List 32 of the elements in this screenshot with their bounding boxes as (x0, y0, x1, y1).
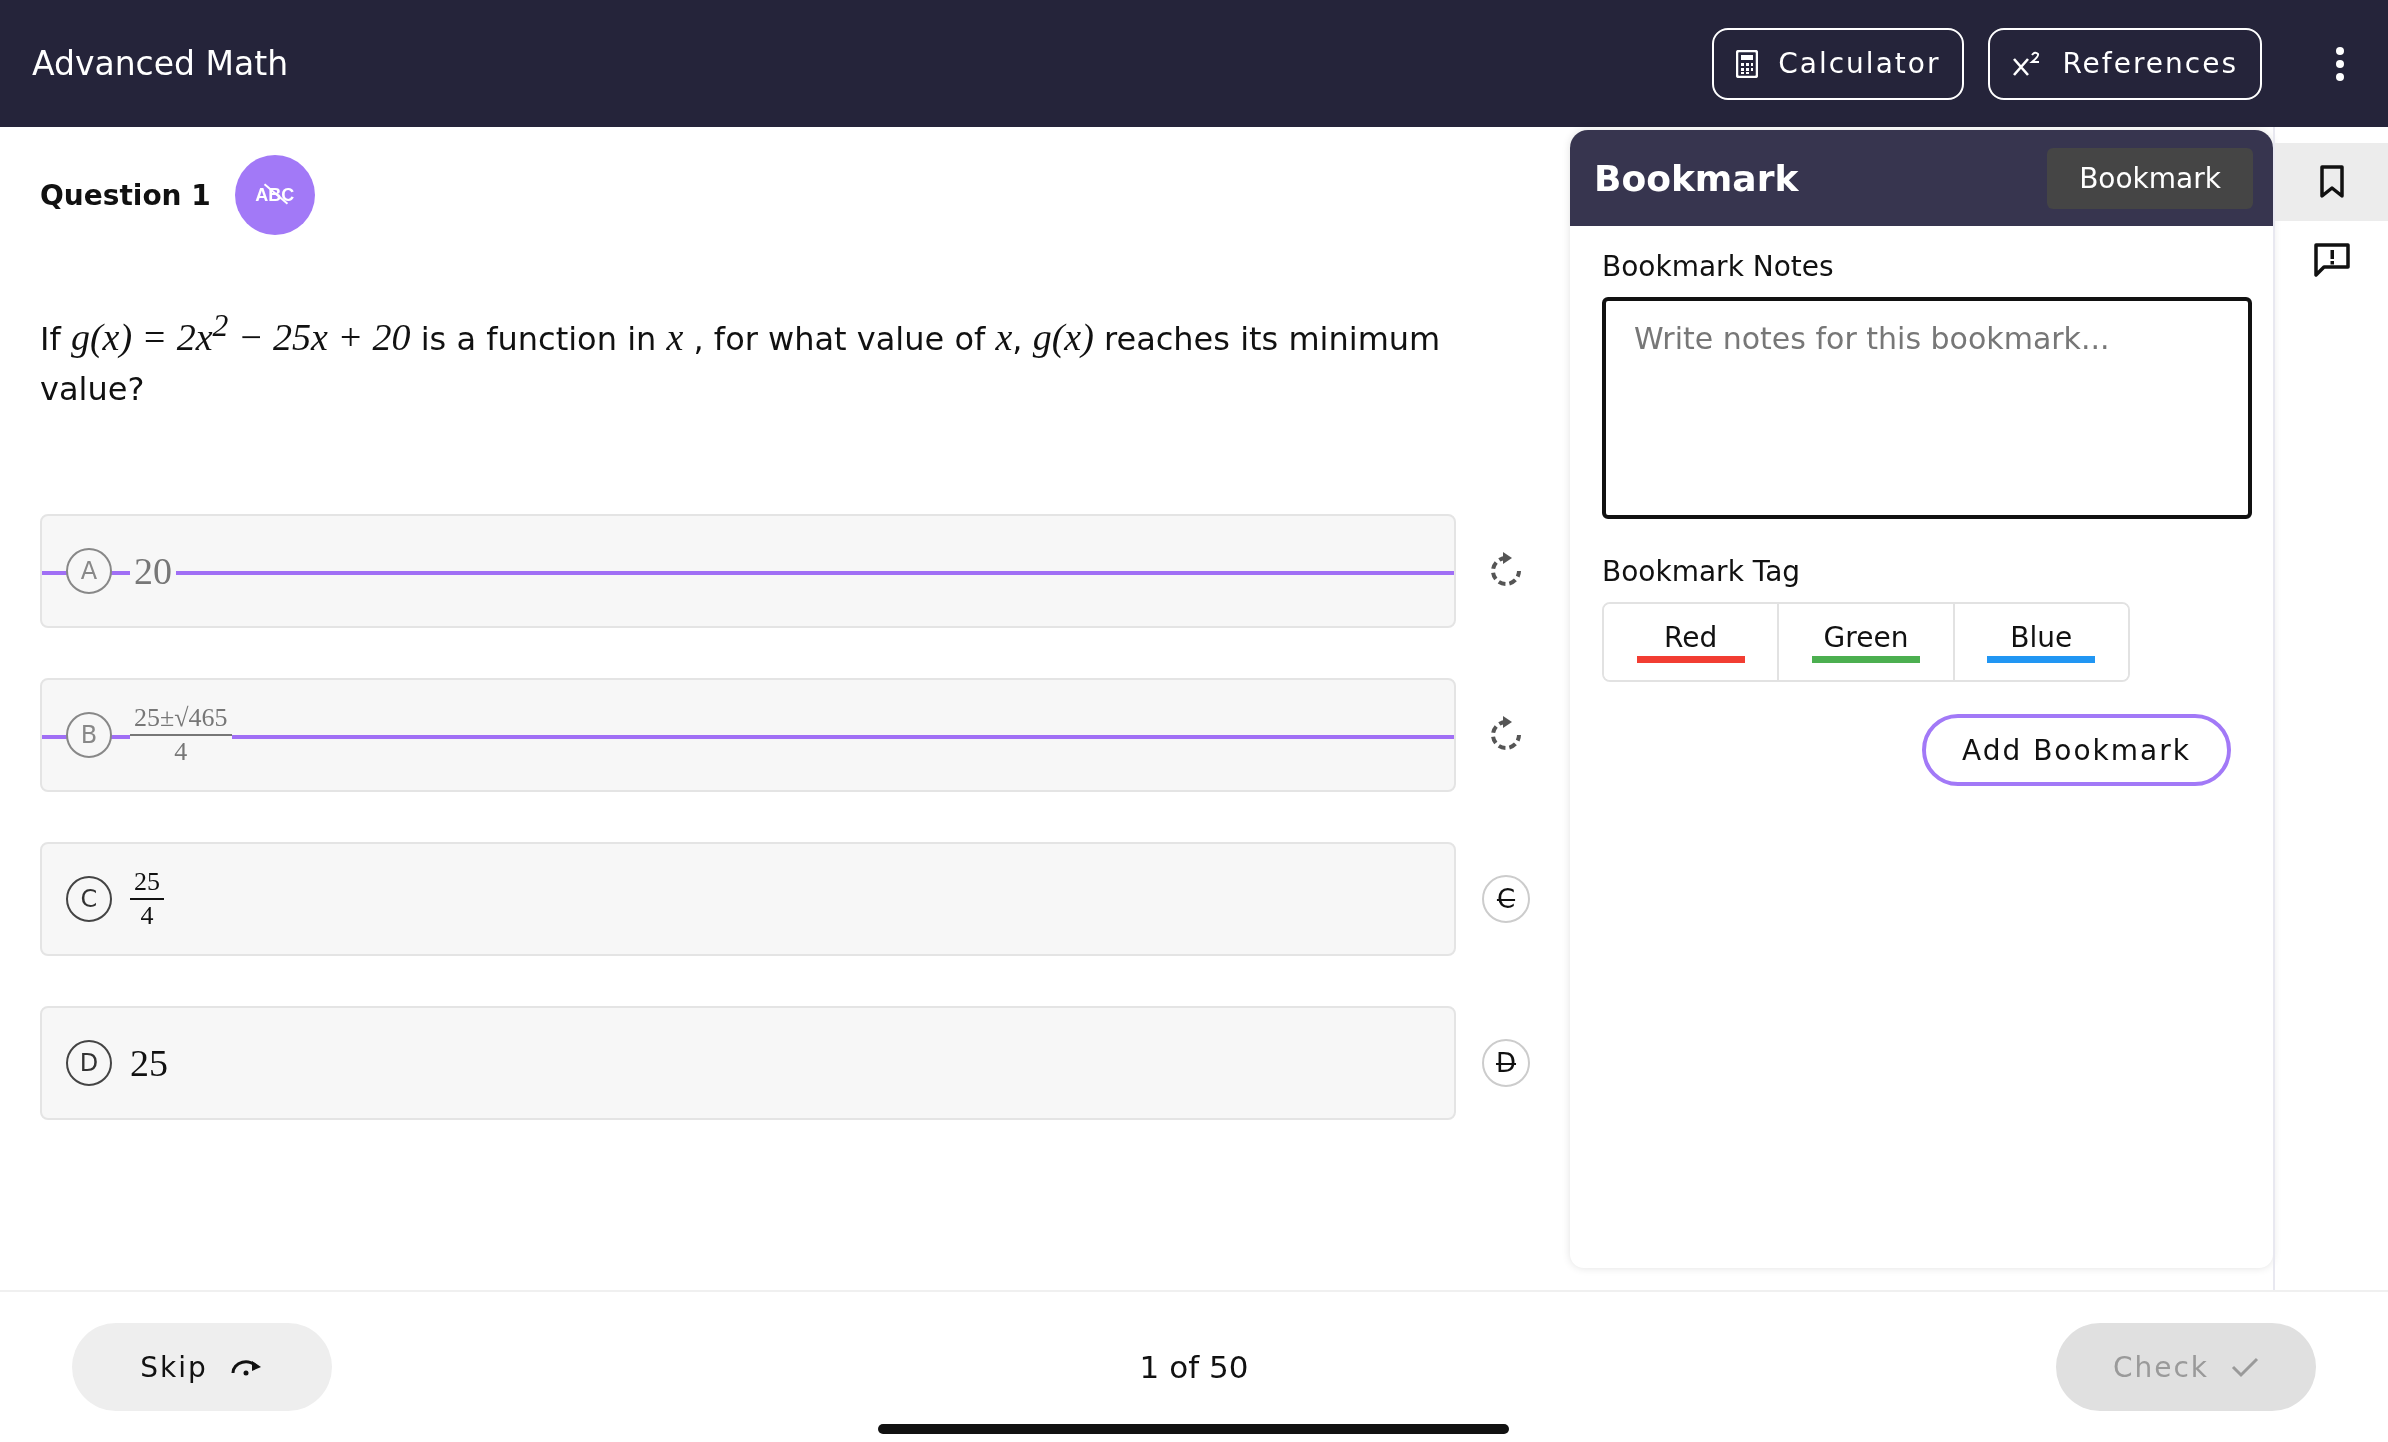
calculator-button[interactable]: Calculator (1712, 27, 1965, 100)
notes-label: Bookmark Notes (1602, 250, 1835, 283)
question-label: Question 1 (40, 178, 211, 212)
tag-label: Bookmark Tag (1602, 555, 1802, 588)
bookmark-tool[interactable] (2275, 143, 2388, 221)
report-icon (2313, 243, 2350, 277)
eliminate-option-button[interactable]: C (1482, 874, 1530, 923)
app-title: Advanced Math (32, 44, 289, 83)
tag-option[interactable]: Red (1604, 604, 1780, 680)
question-text: If g(x) = 2x$^{2}$ − 25x + 20 is a function in x , for what value of x, g(x) reaches its minimum value? (40, 307, 1442, 410)
panel-title: Bookmark (1594, 157, 1799, 199)
tooltip: Bookmark (2047, 147, 2253, 209)
more-menu-icon[interactable] (2334, 45, 2346, 82)
answer-option[interactable]: D 25 (40, 1005, 1456, 1120)
answer-option[interactable]: C 25 4 (40, 841, 1456, 956)
eliminate-option-button[interactable]: D (1482, 1038, 1530, 1087)
notes-field[interactable]: Write notes for this bookmark... (1602, 297, 2252, 519)
option-letter: C (66, 875, 112, 922)
answer-option[interactable]: A 20 (40, 513, 1456, 628)
checkmark-icon (2231, 1356, 2260, 1378)
option-letter: D (66, 1039, 112, 1086)
skip-button[interactable]: Skip (72, 1323, 332, 1411)
add-bookmark-button[interactable]: Add Bookmark (1922, 714, 2231, 786)
calculator-icon (1736, 49, 1759, 78)
option-value: 25 (130, 1040, 168, 1085)
option-fraction: 25 4 (130, 865, 164, 932)
references-button[interactable]: References (1988, 27, 2262, 100)
bookmark-icon (2318, 165, 2345, 199)
option-letter: A (66, 547, 112, 594)
progress-text: 1 of 50 (1139, 1349, 1249, 1385)
option-letter: B (66, 711, 112, 758)
answer-option[interactable]: B 25±√465 4 (40, 677, 1456, 792)
